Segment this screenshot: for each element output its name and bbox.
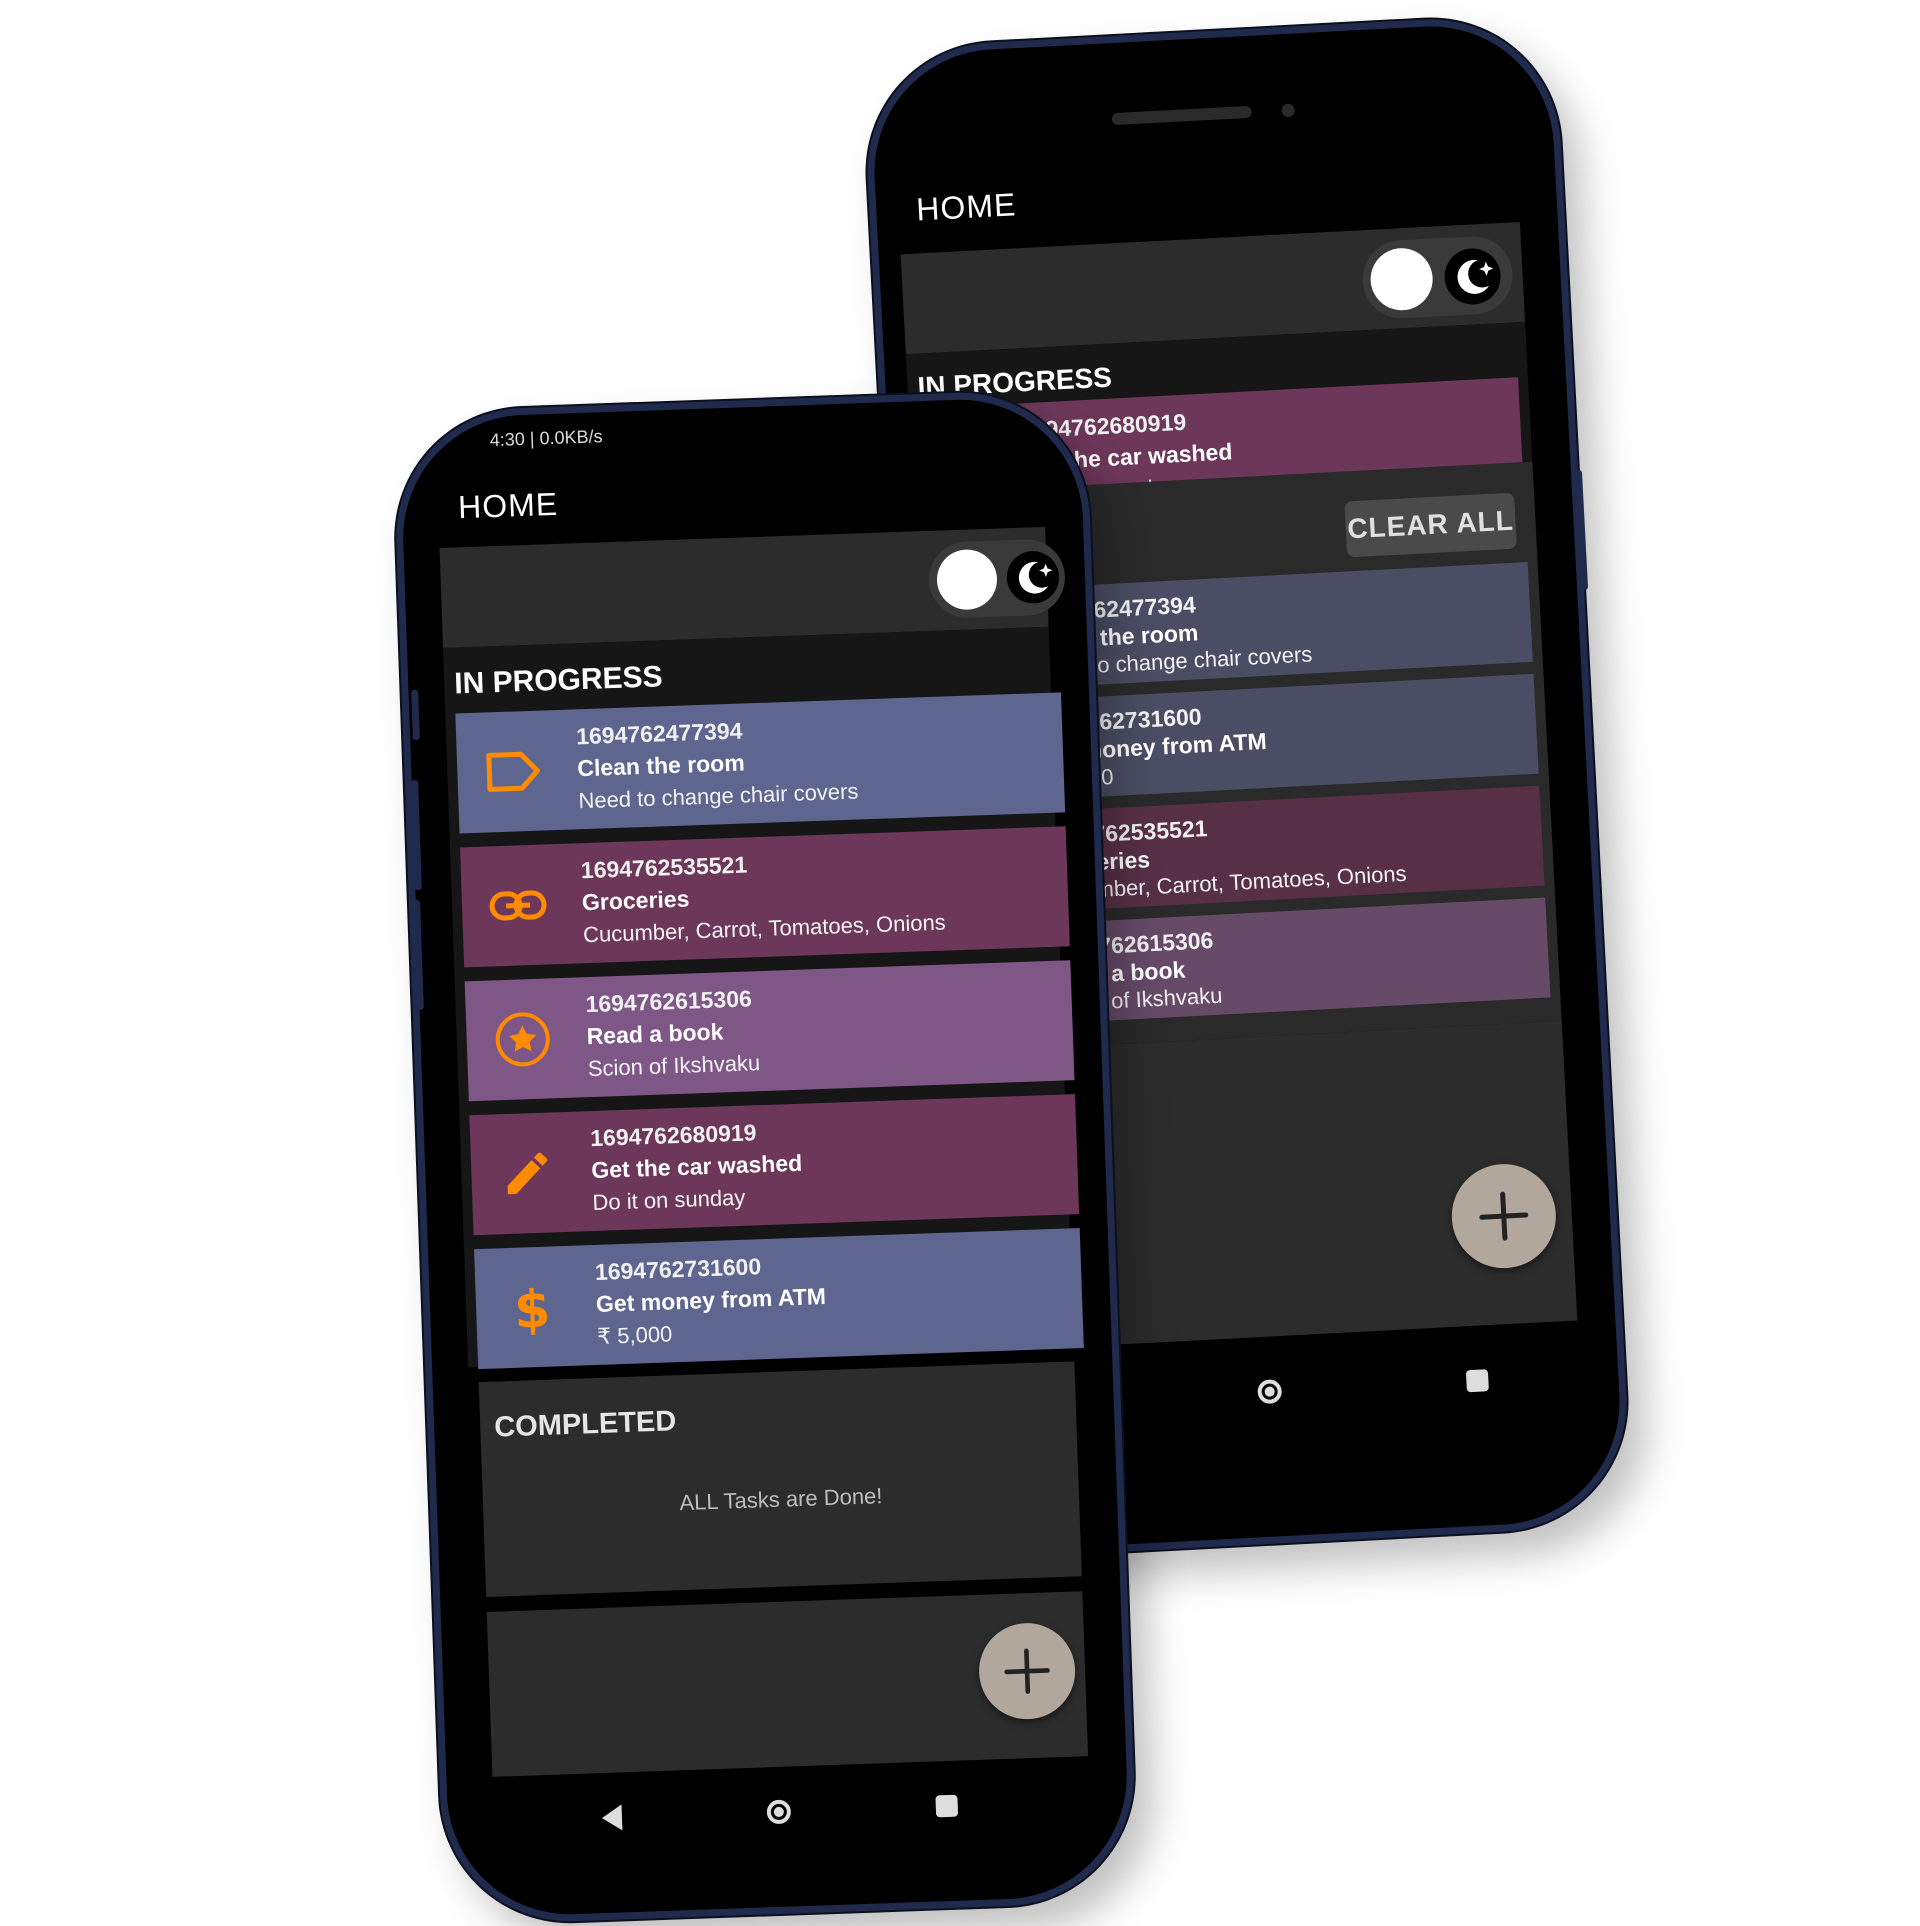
front-camera [1281,103,1295,118]
dark-mode-toggle[interactable] [1360,234,1515,321]
page-title: HOME [457,485,559,526]
pencil-icon [496,1142,558,1204]
page-title: HOME [915,186,1018,228]
task-title: Read a book [586,1018,724,1050]
task-desc: Cucumber, Carrot, Tomatoes, Onions [582,909,947,948]
toggle-knob [935,548,999,611]
task-desc: ₹ 5,000 [596,1321,673,1349]
dark-mode-toggle[interactable] [927,538,1067,619]
add-task-button[interactable] [1449,1161,1559,1271]
task-desc: Do it on sunday [592,1184,746,1216]
task-card[interactable]: 1694762615306 Read a book Scion of Ikshv… [464,960,1075,1102]
home-nav-icon[interactable] [1257,1379,1283,1405]
home-nav-icon[interactable] [766,1799,792,1825]
task-card[interactable]: $ 1694762731600 Get money from ATM ₹ 5,0… [474,1228,1084,1370]
task-id: 1694762535521 [580,851,748,884]
back-nav-icon[interactable] [601,1804,623,1832]
task-card[interactable]: 1694762477394 Clean the room Need to cha… [455,692,1066,834]
in-progress-section: IN PROGRESS 1694762477394 Clean the room… [443,626,1084,1370]
tag-icon [482,741,544,803]
add-task-button[interactable] [977,1621,1077,1721]
recents-nav-icon[interactable] [935,1794,958,1818]
recents-nav-icon[interactable] [1465,1369,1489,1393]
status-bar-text: 4:30 | 0.0KB/s [489,426,603,451]
toggle-knob [1369,246,1435,312]
task-title: Groceries [581,885,690,916]
empty-state-text: ALL Tasks are Done! [679,1483,883,1516]
task-title: Get the car washed [590,1149,803,1184]
task-id: 1694762731600 [594,1253,762,1285]
phone-front: 4:30 | 0.0KB/s HOME IN PROGRESS 16947624… [391,388,1139,1926]
navigation-bar [529,1768,1031,1855]
screen-front: 4:30 | 0.0KB/s HOME IN PROGRESS 16947624… [421,406,1092,1868]
dollar-icon: $ [501,1276,563,1338]
task-desc: Need to change chair covers [578,778,859,814]
svg-text:$: $ [513,1280,551,1338]
moon-icon [1004,548,1062,611]
completed-section: COMPLETED ALL Tasks are Done! [478,1361,1082,1597]
moon-icon [1441,245,1504,313]
plus-icon [1479,1191,1529,1241]
plus-icon [1004,1648,1050,1694]
task-title: Get money from ATM [595,1282,827,1317]
star-circle-icon [492,1008,554,1070]
task-card[interactable]: 1694762535521 Groceries Cucumber, Carrot… [460,826,1070,968]
section-title-completed: COMPLETED [493,1405,677,1444]
link-icon [487,874,549,936]
bottom-area [486,1591,1089,1777]
task-id: 1694762680919 [589,1119,757,1152]
task-title: Clean the room [576,749,746,782]
speaker-grille [1111,105,1252,126]
task-card[interactable]: 1694762680919 Get the car washed Do it o… [469,1094,1080,1236]
clear-all-button[interactable]: CLEAR ALL [1344,492,1517,558]
task-id: 1694762477394 [575,717,743,750]
task-desc: Scion of Ikshvaku [587,1050,761,1082]
task-id: 1694762615306 [585,985,753,1018]
section-title-in-progress: IN PROGRESS [453,660,664,701]
